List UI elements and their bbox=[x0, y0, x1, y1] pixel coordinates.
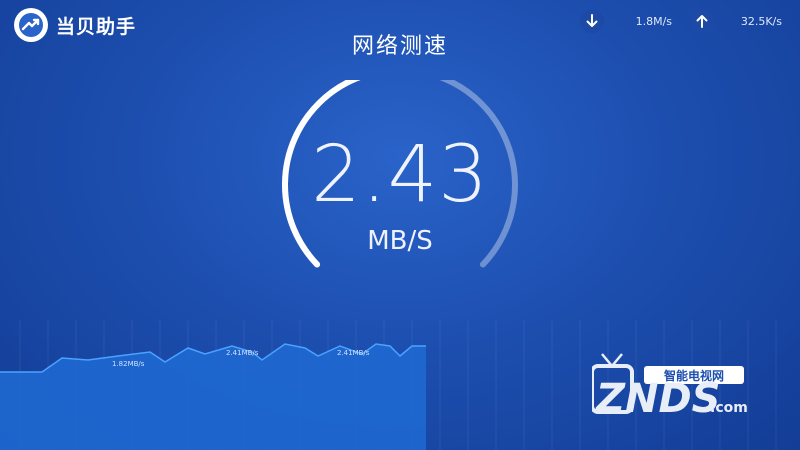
page-title: 网络测速 bbox=[351, 34, 448, 59]
download-speed: 1.8M/s bbox=[635, 14, 672, 28]
watermark-logo-text: ZNDS bbox=[594, 376, 721, 422]
graph-area bbox=[0, 344, 426, 450]
graph-label: 2.41MB/s bbox=[337, 349, 370, 357]
speed-unit: MB/S bbox=[367, 226, 433, 256]
graph-label: 2.41MB/s bbox=[226, 349, 259, 357]
graph-label: 1.82MB/s bbox=[112, 360, 145, 368]
upload-speed: 32.5K/s bbox=[740, 14, 782, 28]
speed-test-screen: 当贝助手 1.8M/s 32.5K/s 网络测速 2.43 MB/S 1.82M… bbox=[0, 0, 800, 450]
znds-watermark-logo: 智能电视网 ZNDS .com bbox=[592, 353, 748, 422]
speed-value: 2.43 bbox=[311, 130, 489, 220]
watermark-domain: .com bbox=[710, 400, 748, 416]
